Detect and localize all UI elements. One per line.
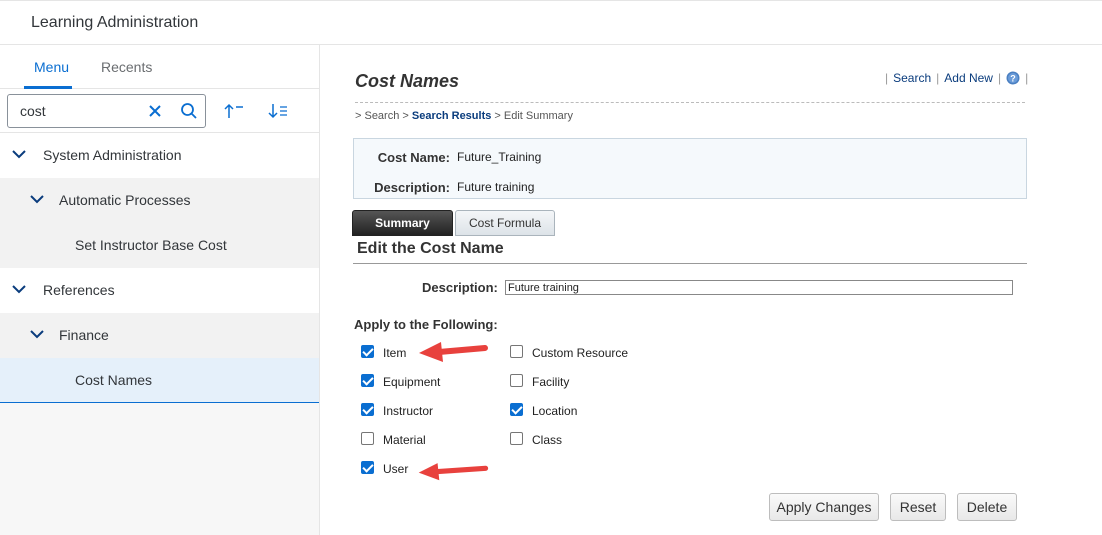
tree-item-references[interactable]: References — [0, 268, 319, 313]
chevron-down-icon — [12, 150, 26, 159]
tab-menu[interactable]: Menu — [34, 59, 69, 75]
location-checkbox-label: Location — [532, 404, 578, 418]
sidebar-tabs: Menu Recents — [0, 45, 319, 89]
cost-name-label: Cost Name: — [377, 150, 450, 165]
tab-summary[interactable]: Summary — [352, 210, 453, 236]
divider — [355, 102, 1025, 103]
page-title: Cost Names — [355, 71, 460, 91]
user-checkbox-label: User — [383, 462, 409, 476]
search-input[interactable] — [20, 103, 140, 119]
sort-descending-icon[interactable] — [267, 103, 289, 119]
search-icon[interactable] — [180, 102, 198, 120]
tree-item-label: Set Instructor Base Cost — [75, 237, 227, 253]
app-title: Learning Administration — [31, 14, 199, 31]
sort-ascending-icon[interactable] — [223, 103, 245, 119]
reset-button[interactable]: Reset — [890, 493, 946, 521]
breadcrumb-search-results[interactable]: Search Results — [412, 110, 491, 122]
form-description-label: Description: — [422, 280, 498, 295]
tree-item-cost-names[interactable]: Cost Names — [0, 358, 319, 403]
annotation-arrow-icon — [418, 463, 489, 481]
tree-item-automatic-processes[interactable]: Automatic Processes — [0, 178, 319, 223]
material-checkbox-label: Material — [383, 433, 426, 447]
delete-button[interactable]: Delete — [957, 493, 1017, 521]
tab-recents[interactable]: Recents — [101, 59, 152, 75]
annotation-arrow-icon — [419, 342, 488, 362]
app-header: Learning Administration — [0, 0, 1102, 45]
apply-changes-button[interactable]: Apply Changes — [769, 493, 879, 521]
chevron-down-icon — [30, 330, 44, 339]
chevron-down-icon — [30, 195, 44, 204]
cost-name-summary-box: Cost Name: Future_Training Description: … — [353, 138, 1027, 199]
custom-resource-checkbox-label: Custom Resource — [532, 346, 629, 360]
instructor-checkbox-label: Instructor — [383, 404, 434, 418]
tree-item-label: Automatic Processes — [59, 192, 191, 208]
tree-item-label: References — [43, 282, 115, 298]
item-checkbox[interactable] — [361, 345, 374, 358]
breadcrumb-prefix: > Search > — [355, 110, 412, 122]
main-content: Cost Names | Search | Add New |? | > Search >… — [320, 45, 1102, 535]
sidebar: Menu Recents System Administration Autom… — [0, 45, 320, 535]
material-checkbox[interactable] — [361, 432, 374, 445]
tab-cost-formula[interactable]: Cost Formula — [455, 210, 555, 236]
custom-resource-checkbox[interactable] — [510, 345, 523, 358]
page-toolbar-links: | Search | Add New |? | — [885, 71, 1029, 85]
help-icon[interactable]: ? — [1006, 71, 1020, 85]
add-new-link[interactable]: Add New — [944, 71, 993, 85]
class-checkbox-label: Class — [532, 433, 563, 447]
description-input[interactable] — [505, 280, 1013, 295]
equipment-checkbox[interactable] — [361, 374, 374, 387]
facility-checkbox-label: Facility — [532, 375, 570, 389]
equipment-checkbox-label: Equipment — [383, 375, 441, 389]
tree-item-system-administration[interactable]: System Administration — [0, 133, 319, 178]
item-checkbox-label: Item — [383, 346, 407, 360]
tree-item-set-instructor-base-cost[interactable]: Set Instructor Base Cost — [0, 223, 319, 268]
description-value: Future training — [457, 180, 535, 194]
facility-checkbox[interactable] — [510, 374, 523, 387]
chevron-down-icon — [12, 285, 26, 294]
svg-text:?: ? — [1010, 74, 1016, 84]
clear-icon[interactable] — [147, 103, 163, 119]
tree-item-finance[interactable]: Finance — [0, 313, 319, 358]
tree-item-label: Finance — [59, 327, 109, 343]
apply-to-label: Apply to the Following: — [354, 317, 498, 332]
instructor-checkbox[interactable] — [361, 403, 374, 416]
tree-item-label: System Administration — [43, 147, 182, 163]
description-label: Description: — [374, 180, 450, 195]
breadcrumb-suffix: > Edit Summary — [491, 110, 573, 122]
cost-name-value: Future_Training — [457, 150, 542, 164]
location-checkbox[interactable] — [510, 403, 523, 416]
breadcrumb: > Search > Search Results > Edit Summary — [355, 110, 573, 122]
search-link[interactable]: Search — [893, 71, 931, 85]
user-checkbox[interactable] — [361, 461, 374, 474]
class-checkbox[interactable] — [510, 432, 523, 445]
section-title: Edit the Cost Name — [357, 240, 504, 257]
search-box — [7, 94, 206, 128]
tree-item-label: Cost Names — [75, 372, 153, 388]
divider — [353, 263, 1027, 264]
